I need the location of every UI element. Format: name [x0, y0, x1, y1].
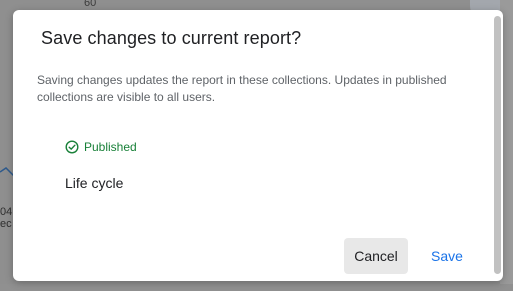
background-bottom-edge [0, 284, 513, 291]
collection-name: Life cycle [65, 175, 124, 191]
save-changes-dialog: Save changes to current report? Saving c… [13, 10, 503, 281]
background-text-fragment: 04 ec [0, 206, 13, 230]
collection-status: Published [65, 140, 137, 154]
dialog-message: Saving changes updates the report in the… [37, 73, 447, 104]
background-chart-line [0, 167, 14, 177]
cancel-button[interactable]: Cancel [344, 238, 408, 274]
check-circle-icon [65, 140, 79, 154]
background-axis-tick-label: 60 [84, 0, 97, 9]
status-badge: Published [84, 140, 137, 154]
save-button[interactable]: Save [418, 238, 476, 274]
dialog-title: Save changes to current report? [41, 28, 302, 48]
dialog-scrollbar[interactable] [494, 16, 501, 274]
